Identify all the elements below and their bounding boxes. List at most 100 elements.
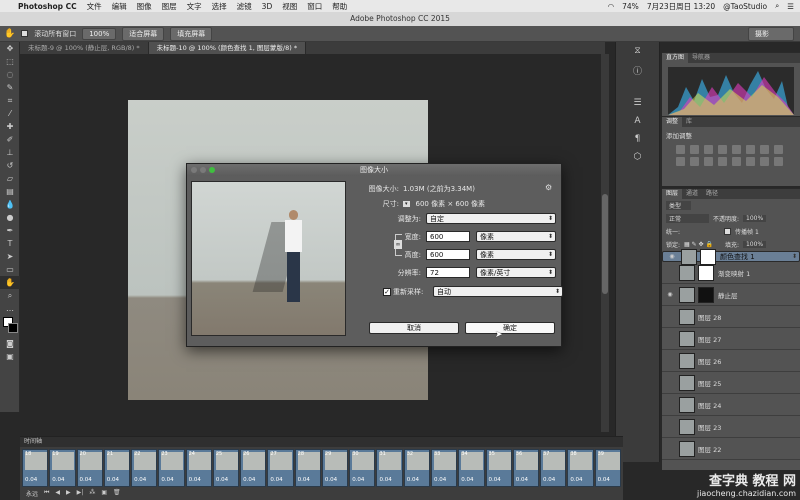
invert-icon[interactable]: [718, 157, 727, 166]
frame-duration[interactable]: 0.04: [107, 477, 119, 483]
height-input[interactable]: 600: [426, 249, 470, 260]
layer-mask-thumbnail[interactable]: [698, 286, 714, 303]
resolution-unit-select[interactable]: 像素/英寸: [476, 267, 556, 278]
pen-tool-icon[interactable]: ✒: [0, 224, 20, 237]
menu-list-icon[interactable]: ☰: [787, 2, 794, 11]
frame-duration[interactable]: 0.04: [134, 477, 146, 483]
resample-select[interactable]: 自动: [433, 286, 563, 297]
layer-row[interactable]: 图层 22: [662, 438, 800, 460]
dodge-tool-icon[interactable]: ●: [0, 211, 20, 224]
frame-duration[interactable]: 0.04: [52, 477, 64, 483]
wifi-icon[interactable]: ◠: [608, 2, 615, 11]
frame-duration[interactable]: 0.04: [379, 477, 391, 483]
tab-channels[interactable]: 通道: [682, 189, 702, 199]
properties-icon[interactable]: ☰: [629, 98, 647, 112]
timeline-frame[interactable]: 32 0.04: [403, 449, 430, 487]
tab-document-9[interactable]: 未标题-9 @ 100% (静止层, RGB/8) *: [20, 42, 149, 54]
frame-duration[interactable]: 0.04: [243, 477, 255, 483]
color-swatches[interactable]: [0, 315, 20, 337]
new-frame-icon[interactable]: ▣: [101, 489, 107, 498]
frame-duration[interactable]: 0.04: [543, 477, 555, 483]
vibrance-icon[interactable]: [732, 145, 741, 154]
frame-duration[interactable]: 0.04: [325, 477, 337, 483]
layer-row[interactable]: 图层 24: [662, 394, 800, 416]
resample-checkbox[interactable]: ✓: [383, 287, 391, 296]
frame-duration[interactable]: 0.04: [516, 477, 528, 483]
timeline-frame[interactable]: 18 0.04: [22, 449, 49, 487]
first-frame-icon[interactable]: ⏮: [44, 489, 49, 498]
layer-row[interactable]: 图层 27: [662, 328, 800, 350]
layer-row[interactable]: 图层 25: [662, 372, 800, 394]
move-tool-icon[interactable]: ✥: [0, 42, 20, 55]
layer-name[interactable]: 图层 25: [698, 378, 721, 388]
timeline-frame[interactable]: 20 0.04: [76, 449, 103, 487]
frame-duration[interactable]: 0.04: [216, 477, 228, 483]
visibility-eye-icon[interactable]: ◉: [664, 291, 676, 298]
timeline-frame[interactable]: 30 0.04: [349, 449, 376, 487]
frame-duration[interactable]: 0.04: [407, 477, 419, 483]
layer-row[interactable]: 渐变映射 1: [662, 262, 800, 284]
link-icon[interactable]: ∞: [394, 240, 402, 249]
gradient-map-icon[interactable]: [760, 157, 769, 166]
frame-duration[interactable]: 0.04: [25, 477, 37, 483]
layer-name[interactable]: 静止层: [718, 290, 738, 300]
healing-brush-icon[interactable]: ✚: [0, 120, 20, 133]
timeline-frame[interactable]: 38 0.04: [567, 449, 594, 487]
image-preview[interactable]: [191, 181, 346, 336]
user-name[interactable]: @TaoStudio: [723, 2, 767, 11]
screen-mode-icon[interactable]: ▣: [0, 350, 20, 363]
cancel-button[interactable]: 取消: [369, 322, 459, 334]
levels-icon[interactable]: [690, 145, 699, 154]
delete-frame-icon[interactable]: 🗑: [113, 489, 121, 498]
timeline-frame[interactable]: 25 0.04: [212, 449, 240, 487]
timeline-frame[interactable]: 34 0.04: [458, 449, 485, 487]
menu-window[interactable]: 窗口: [307, 1, 322, 12]
timeline-frame[interactable]: 39 0.04: [594, 449, 621, 487]
fill-value[interactable]: 100%: [742, 241, 767, 248]
height-unit-select[interactable]: 像素: [476, 249, 556, 260]
fit-screen-button[interactable]: 适合屏幕: [122, 26, 165, 41]
threshold-icon[interactable]: [746, 157, 755, 166]
hand-tool-icon[interactable]: ✋: [4, 29, 15, 39]
info-icon[interactable]: ⓘ: [629, 64, 647, 78]
tab-libraries[interactable]: 库: [682, 117, 696, 127]
tab-histogram[interactable]: 直方图: [662, 53, 689, 63]
stamp-tool-icon[interactable]: ⊥: [0, 146, 20, 159]
channel-mixer-icon[interactable]: [690, 157, 699, 166]
frame-duration[interactable]: 0.04: [352, 477, 364, 483]
blur-tool-icon[interactable]: 💧: [0, 198, 20, 211]
width-unit-select[interactable]: 像素: [476, 231, 556, 242]
frame-duration[interactable]: 0.04: [270, 477, 282, 483]
zoom-dot[interactable]: [209, 167, 215, 173]
layer-mask-thumbnail[interactable]: [700, 248, 716, 265]
eraser-icon[interactable]: ▱: [0, 172, 20, 185]
menu-select[interactable]: 选择: [212, 1, 227, 12]
width-input[interactable]: 600: [426, 231, 470, 242]
scroll-all-checkbox[interactable]: [21, 30, 29, 37]
type-tool-icon[interactable]: T: [0, 237, 20, 250]
path-select-icon[interactable]: ➤: [0, 250, 20, 263]
fill-screen-button[interactable]: 填充屏幕: [170, 26, 213, 41]
timeline-frame[interactable]: 23 0.04: [158, 449, 185, 487]
frame-duration[interactable]: 0.04: [80, 477, 92, 483]
search-icon[interactable]: ⌕: [775, 1, 779, 11]
tab-navigator[interactable]: 导航器: [688, 53, 714, 63]
brightness-icon[interactable]: [676, 145, 685, 154]
eyedropper-icon[interactable]: ⁄: [0, 107, 20, 120]
timeline-frame[interactable]: 24 0.04: [185, 449, 212, 487]
character-icon[interactable]: A: [629, 116, 647, 130]
timeline-frame[interactable]: 27 0.04: [267, 449, 294, 487]
layer-row[interactable]: 图层 23: [662, 416, 800, 438]
quick-mask-icon[interactable]: ◙: [0, 337, 20, 350]
frame-duration[interactable]: 0.04: [189, 477, 201, 483]
propagate-checkbox[interactable]: [724, 228, 732, 235]
tab-adjustments[interactable]: 调整: [662, 117, 683, 127]
close-dot[interactable]: [191, 167, 197, 173]
more-tools-icon[interactable]: …: [0, 302, 20, 315]
tab-document-10[interactable]: 未标题-10 @ 100% (颜色查找 1, 图层蒙版/8) *: [148, 42, 307, 54]
color-lookup-icon[interactable]: [704, 157, 713, 166]
frame-duration[interactable]: 0.04: [434, 477, 446, 483]
timeline-frame[interactable]: 21 0.04: [103, 449, 131, 487]
timeline-frame[interactable]: 37 0.04: [540, 449, 567, 487]
layer-row[interactable]: 图层 28: [662, 306, 800, 328]
